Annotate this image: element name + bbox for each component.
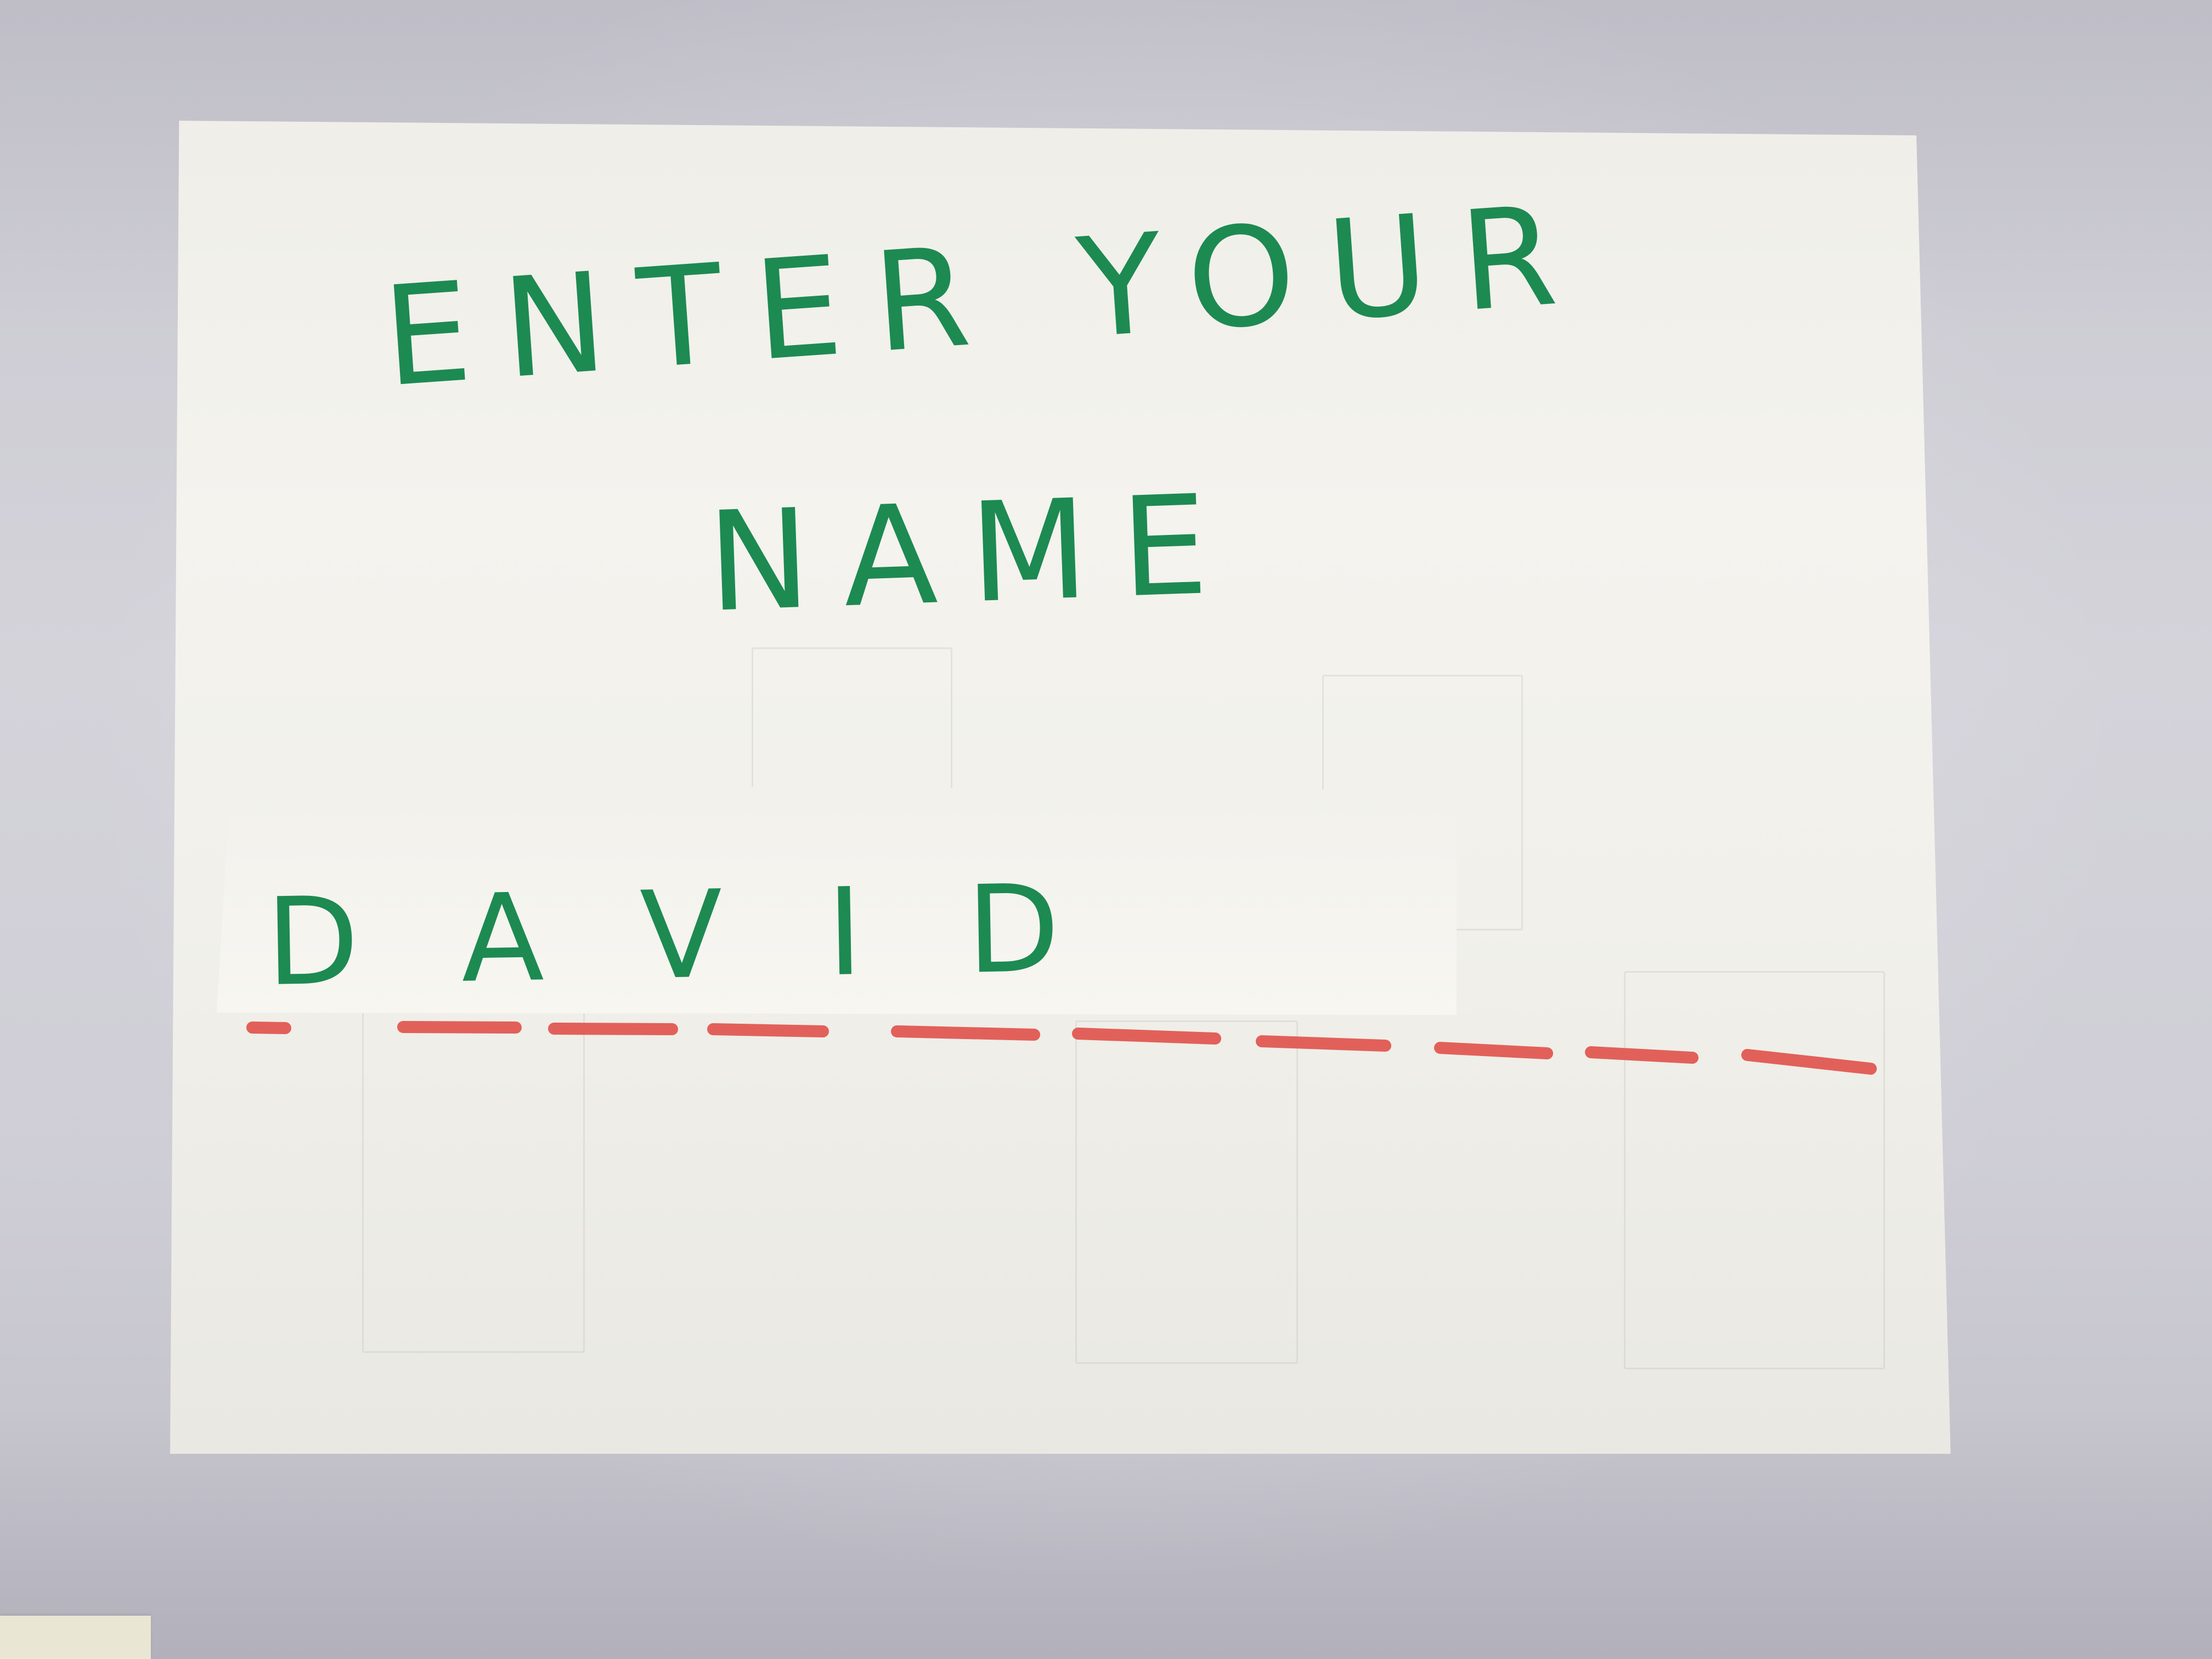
name-input[interactable]: DAVID xyxy=(217,785,1457,1015)
faint-background-box xyxy=(1075,1020,1298,1364)
faint-background-box xyxy=(1624,971,1885,1369)
faint-background-box xyxy=(362,1009,585,1353)
name-input-value: DAVID xyxy=(264,856,1165,1013)
corner-paper-scrap xyxy=(0,1616,151,1659)
faint-background-box xyxy=(752,647,952,793)
prompt-title-line-2: NAME xyxy=(704,464,1244,642)
